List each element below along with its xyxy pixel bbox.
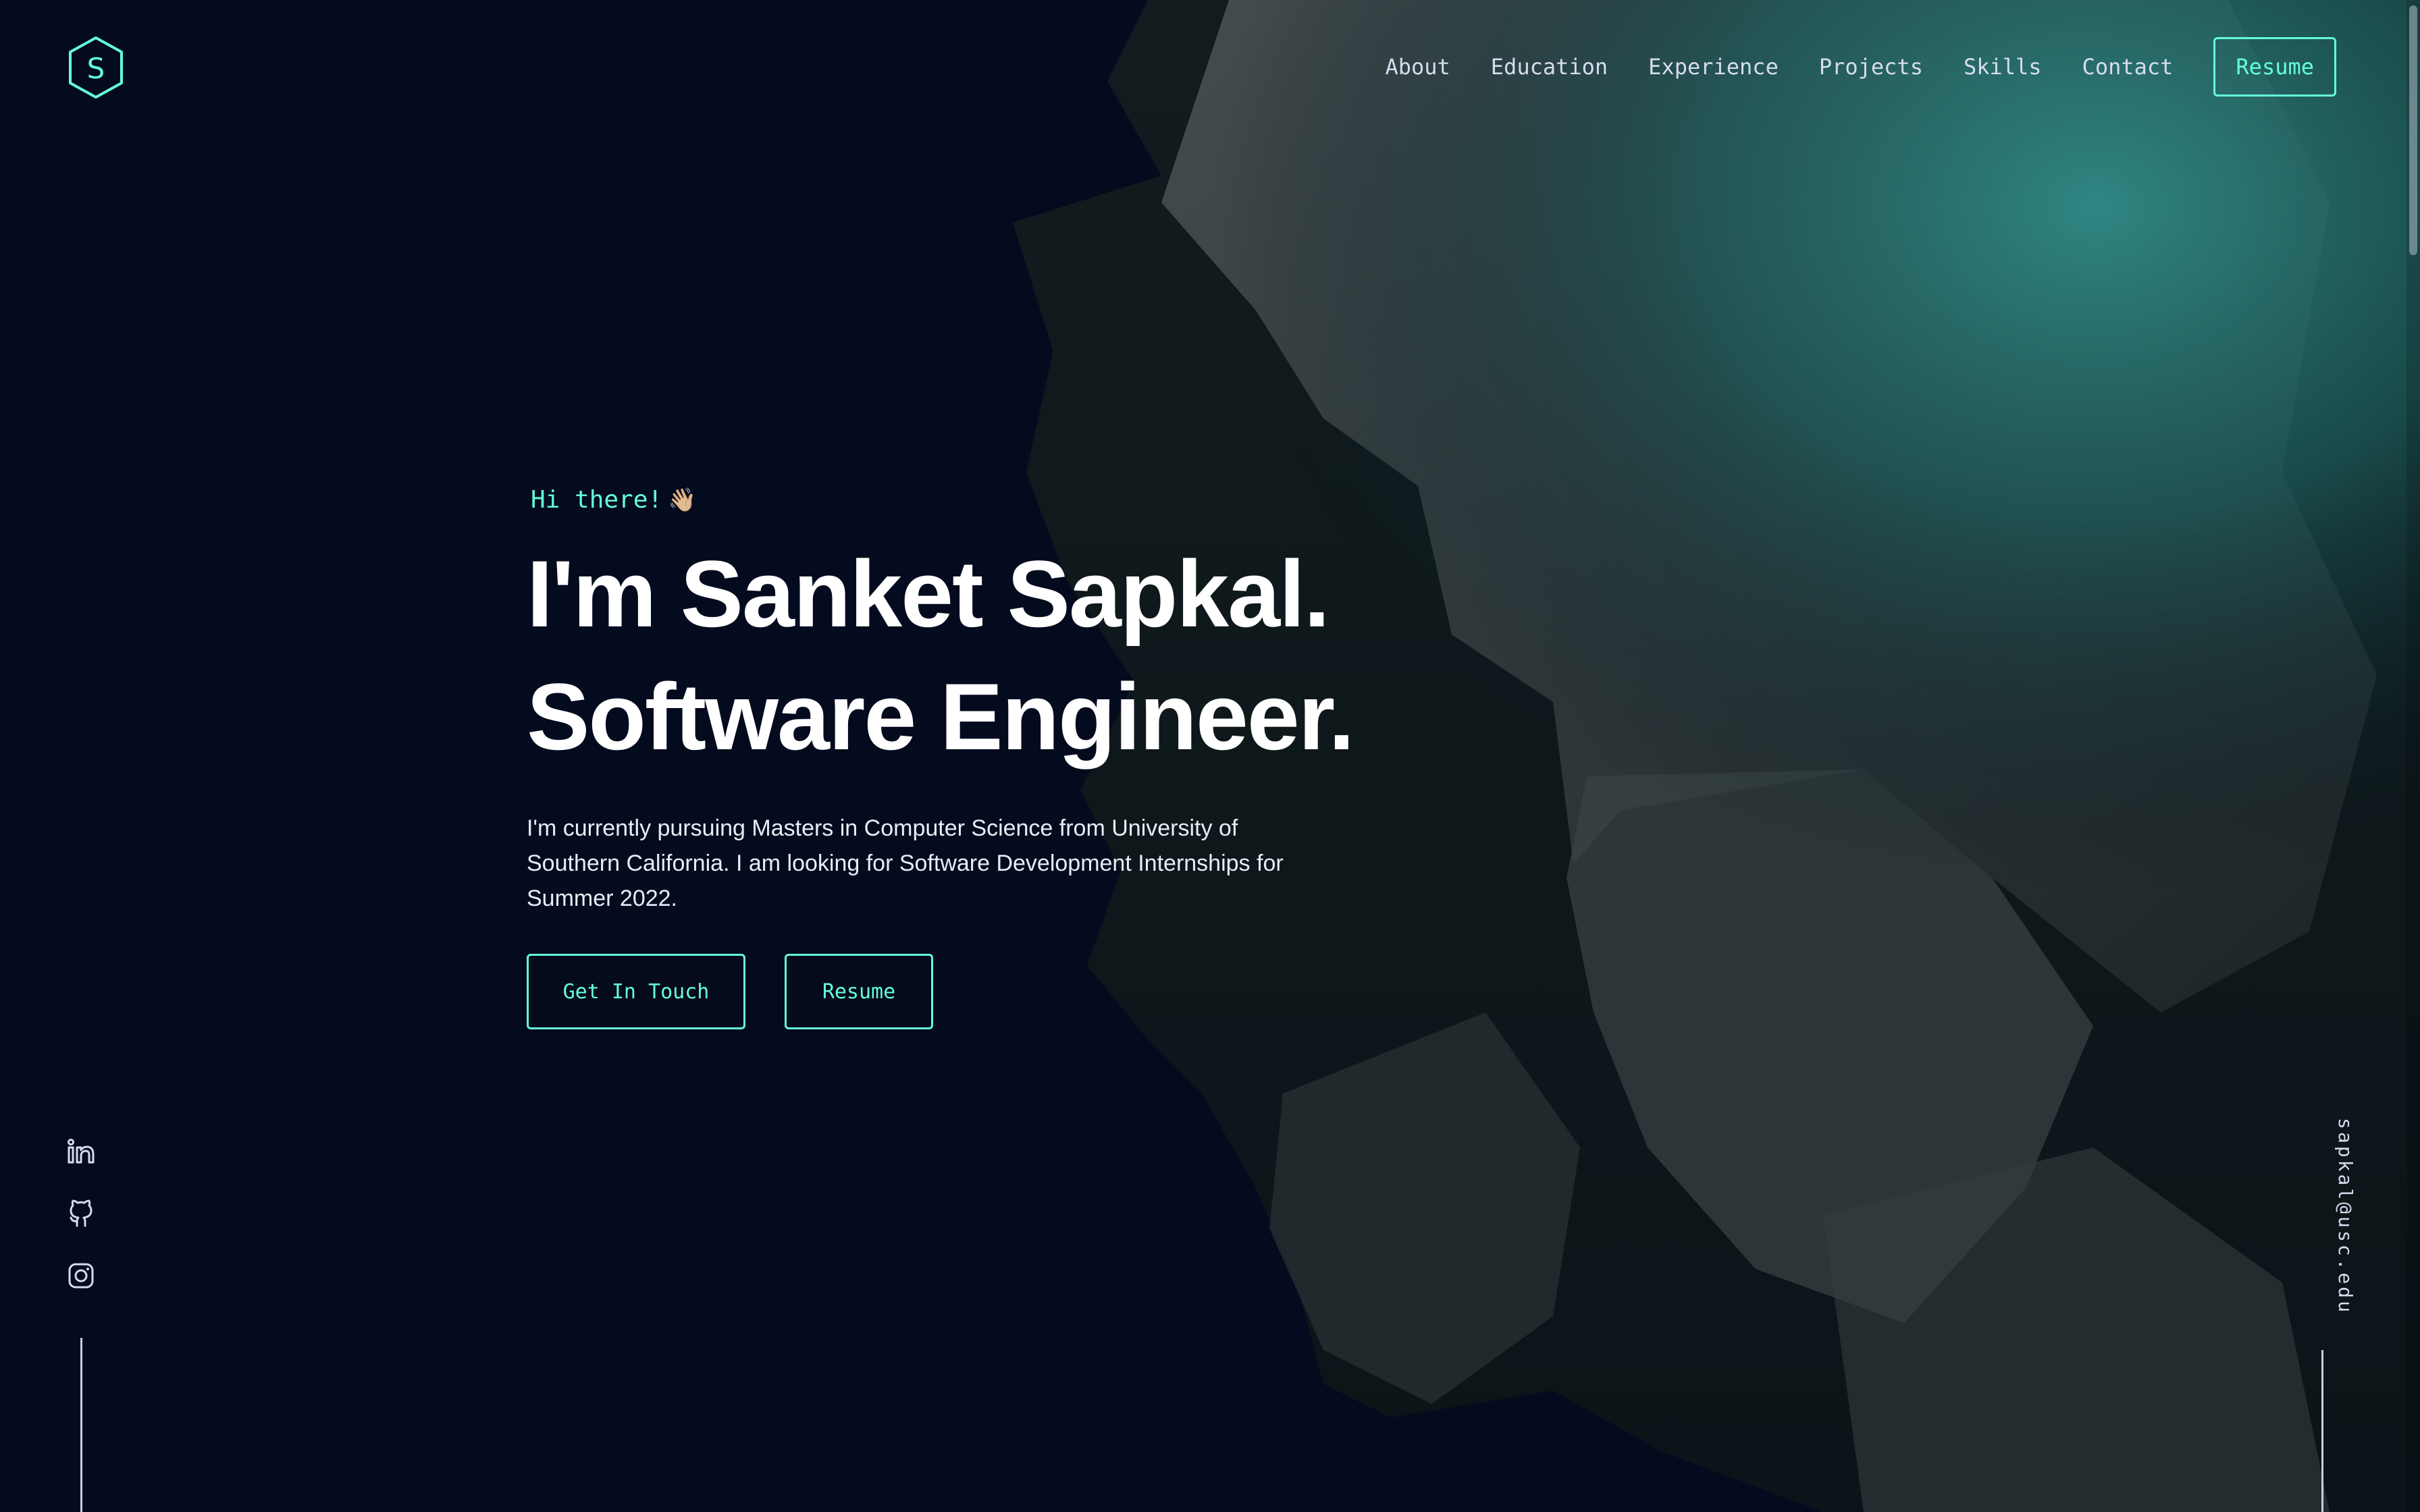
hero-resume-button[interactable]: Resume [785, 954, 933, 1029]
hero-intro: I'm currently pursuing Masters in Comput… [527, 815, 1284, 911]
linkedin-icon[interactable] [66, 1137, 96, 1166]
headline-name: I'm Sanket Sapkal. [527, 541, 1330, 647]
portfolio-page: S About Education Experience Projects Sk… [0, 0, 2420, 1512]
email-link[interactable]: sapkal@usc.edu [2323, 1118, 2357, 1320]
hero-headline: I'm Sanket Sapkal. Software Engineer. [527, 533, 1404, 778]
nav-resume-button[interactable]: Resume [2213, 37, 2336, 97]
hero-section: Hi there! 👋🏼 I'm Sanket Sapkal. Software … [527, 486, 1404, 1029]
nav-link-experience[interactable]: Experience [1648, 54, 1779, 80]
greeting-text: Hi there! [531, 486, 663, 514]
left-vertical-line [80, 1338, 82, 1512]
top-navigation: About Education Experience Projects Skil… [1344, 37, 2336, 97]
nav-link-skills[interactable]: Skills [1964, 54, 2042, 80]
github-icon[interactable] [66, 1199, 96, 1228]
scrollbar-thumb[interactable] [2409, 5, 2417, 255]
nav-link-projects[interactable]: Projects [1819, 54, 1923, 80]
nav-link-about[interactable]: About [1385, 54, 1450, 80]
hero-greeting: Hi there! 👋🏼 [531, 486, 1404, 514]
instagram-icon[interactable] [66, 1261, 96, 1291]
right-vertical-line [2321, 1350, 2323, 1512]
nav-link-contact[interactable]: Contact [2082, 54, 2174, 80]
nav-link-education[interactable]: Education [1491, 54, 1608, 80]
logo-letter: S [87, 52, 105, 85]
hero-buttons: Get In Touch Resume [527, 954, 1404, 1029]
social-links [66, 1137, 96, 1323]
get-in-touch-button[interactable]: Get In Touch [527, 954, 745, 1029]
headline-title: Software Engineer. [527, 664, 1354, 770]
wave-emoji-icon: 👋🏼 [668, 487, 697, 514]
scrollbar[interactable] [2406, 0, 2420, 1512]
logo-hexagon-icon[interactable]: S [65, 35, 127, 100]
